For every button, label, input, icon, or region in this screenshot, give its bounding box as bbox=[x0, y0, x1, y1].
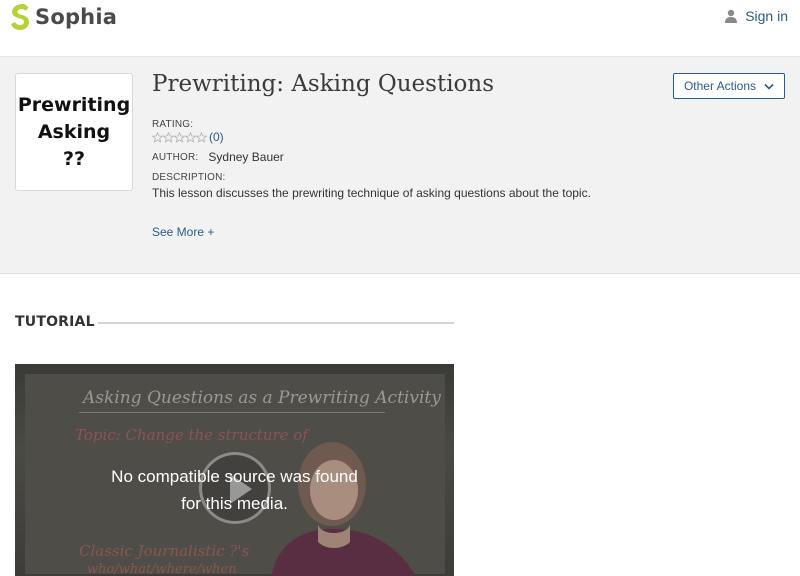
whiteboard-who-what: who/what/where/when bbox=[87, 562, 237, 576]
other-actions-label: Other Actions bbox=[683, 79, 757, 93]
lesson-description: This lesson discusses the prewriting tec… bbox=[152, 186, 591, 200]
thumbnail-line-1: Prewriting bbox=[17, 93, 131, 116]
sign-in-link[interactable]: Sign in bbox=[724, 8, 788, 24]
top-bar: Sophia Sign in bbox=[0, 0, 800, 38]
author-row: AUTHOR: Sydney Bauer bbox=[152, 150, 284, 164]
brand-name: Sophia bbox=[35, 5, 118, 29]
star-empty-icon bbox=[196, 131, 207, 143]
sophia-logo[interactable]: Sophia bbox=[9, 2, 117, 32]
star-empty-icon bbox=[152, 131, 163, 143]
lesson-header-panel: Prewriting Asking ?? Prewriting: Asking … bbox=[0, 56, 800, 274]
whiteboard-underline bbox=[79, 412, 385, 413]
tutorial-divider bbox=[98, 322, 454, 324]
chevron-down-icon bbox=[764, 83, 774, 90]
other-actions-button[interactable]: Other Actions bbox=[673, 73, 785, 99]
video-error-line-1: No compatible source was found bbox=[111, 467, 358, 486]
thumbnail-line-3: ?? bbox=[62, 147, 86, 170]
thumbnail-line-2: Asking bbox=[37, 120, 111, 143]
rating-count-link[interactable]: (0) bbox=[209, 130, 224, 144]
star-empty-icon bbox=[163, 131, 174, 143]
rating-stars[interactable]: (0) bbox=[152, 130, 224, 144]
description-label: DESCRIPTION: bbox=[152, 172, 226, 183]
lesson-thumbnail: Prewriting Asking ?? bbox=[15, 73, 133, 191]
whiteboard-title: Asking Questions as a Prewriting Activit… bbox=[83, 388, 441, 408]
sophia-logo-icon bbox=[11, 4, 29, 30]
author-name: Sydney Bauer bbox=[208, 150, 284, 164]
video-error-line-2: for this media. bbox=[181, 494, 288, 513]
video-player[interactable]: Asking Questions as a Prewriting Activit… bbox=[15, 364, 454, 576]
lesson-title: Prewriting: Asking Questions bbox=[152, 71, 495, 97]
video-error-message: No compatible source was found for this … bbox=[15, 463, 454, 517]
whiteboard-classic-questions: Classic Journalistic ?'s bbox=[79, 542, 250, 560]
tutorial-heading: TUTORIAL bbox=[15, 314, 95, 330]
user-icon bbox=[725, 9, 738, 23]
sign-in-label: Sign in bbox=[745, 8, 788, 24]
see-more-link[interactable]: See More + bbox=[152, 225, 214, 239]
author-label: AUTHOR: bbox=[152, 151, 199, 163]
star-empty-icon bbox=[185, 131, 196, 143]
star-empty-icon bbox=[174, 131, 185, 143]
rating-label: RATING: bbox=[152, 119, 194, 130]
